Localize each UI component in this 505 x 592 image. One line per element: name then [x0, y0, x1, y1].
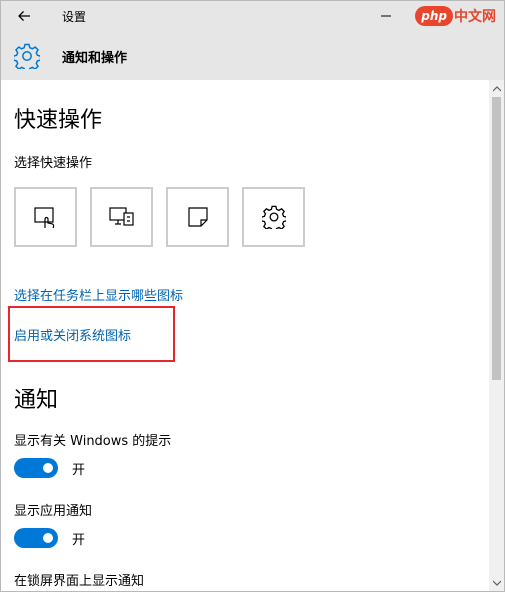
system-icons-link[interactable]: 启用或关闭系统图标 [14, 325, 131, 344]
app-notifications-label: 显示应用通知 [14, 504, 93, 519]
quick-actions-subtitle: 选择快速操作 [14, 156, 93, 171]
title-bar: 设置 php 中文网 [1, 1, 504, 31]
quick-action-settings[interactable] [242, 187, 305, 247]
settings-icon [261, 205, 286, 229]
scroll-down-arrow-icon [492, 580, 501, 586]
app-notifications-state: 开 [72, 532, 86, 548]
back-arrow-icon [18, 11, 30, 21]
note-icon [187, 207, 208, 227]
page-title: 通知和操作 [62, 51, 128, 66]
scroll-up-arrow-icon [492, 85, 501, 91]
vertical-scrollbar[interactable] [489, 80, 504, 591]
quick-actions-tiles [14, 187, 305, 247]
windows-tips-toggle[interactable] [14, 458, 58, 478]
lockscreen-notifications-label: 在锁屏界面上显示通知 [14, 574, 145, 589]
back-button[interactable] [11, 5, 37, 27]
page-header: 通知和操作 [1, 31, 504, 80]
app-notifications-setting: 开 [14, 528, 85, 548]
taskbar-icons-link[interactable]: 选择在任务栏上显示哪些图标 [14, 285, 183, 304]
watermark-text: 中文网 [454, 9, 496, 25]
app-title: 设置 [62, 10, 87, 24]
quick-action-note[interactable] [166, 187, 229, 247]
gear-icon [14, 43, 40, 69]
minimize-icon [381, 15, 391, 17]
quick-actions-heading: 快速操作 [14, 108, 103, 133]
tablet-mode-icon [33, 207, 54, 229]
scrollbar-thumb[interactable] [492, 97, 501, 380]
scroll-up-button[interactable] [489, 80, 504, 97]
project-icon [108, 207, 134, 226]
quick-action-tablet-mode[interactable] [14, 187, 77, 247]
windows-tips-state: 开 [72, 462, 86, 478]
windows-tips-label: 显示有关 Windows 的提示 [14, 434, 172, 449]
quick-action-project[interactable] [90, 187, 153, 247]
windows-tips-setting: 开 [14, 458, 85, 478]
notifications-heading: 通知 [14, 388, 59, 413]
watermark-badge: php [415, 6, 453, 26]
app-notifications-toggle[interactable] [14, 528, 58, 548]
scroll-down-button[interactable] [489, 574, 504, 591]
minimize-button[interactable] [363, 1, 409, 31]
watermark: php 中文网 [415, 3, 496, 29]
